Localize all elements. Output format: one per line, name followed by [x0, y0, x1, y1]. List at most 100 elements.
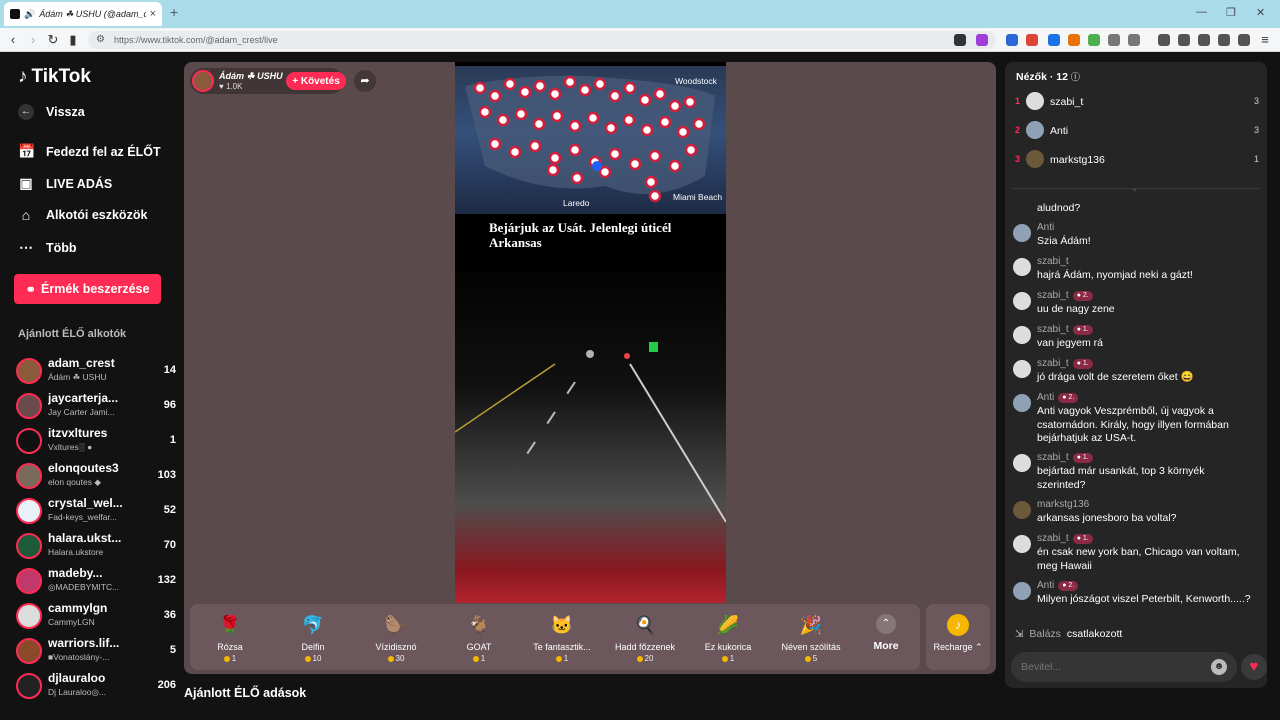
chat-username[interactable]: szabi_t ● 1.	[1037, 452, 1093, 463]
site-info-icon[interactable]: ⚙	[96, 34, 105, 45]
avatar[interactable]	[1013, 582, 1031, 600]
creator-item[interactable]: cammylgn CammyLGN 36	[16, 599, 176, 631]
live-video[interactable]: Woodstock Laredo Miami Beach Bejárjuk az…	[455, 62, 726, 603]
get-coins-label: Érmék beszerzése	[41, 282, 150, 296]
url-field[interactable]: ⚙ https://www.tiktok.com/@adam_crest/liv…	[88, 31, 996, 49]
get-coins-button[interactable]: ⚭ Érmék beszerzése	[14, 274, 161, 304]
creator-item[interactable]: djlauraloo Dj Lauraloo◎... 206	[16, 669, 176, 701]
gift-item[interactable]: 🐬 Delfin 10	[273, 610, 353, 666]
dots-icon: ⋯	[19, 239, 33, 255]
chat-username[interactable]: szabi_t ● 1.	[1037, 324, 1093, 335]
avatar	[16, 393, 42, 419]
back-icon[interactable]: ‹	[6, 32, 20, 47]
chat-username[interactable]: markstg136	[1037, 499, 1089, 510]
ai-icon[interactable]	[1218, 34, 1230, 46]
minimize-icon[interactable]: —	[1196, 6, 1207, 18]
recharge-button[interactable]: ♪ Recharge ⌃	[926, 604, 990, 670]
brave-shield-icon[interactable]	[954, 34, 966, 46]
chat-username[interactable]: Anti ● 2.	[1037, 392, 1079, 403]
avatar[interactable]	[1013, 224, 1031, 242]
nav-explore-live[interactable]: 📅 Fedezd fel az ÉLŐT	[18, 143, 161, 160]
avatar	[16, 358, 42, 384]
collapse-chevron-icon[interactable]: ⌄	[1131, 184, 1138, 193]
download-icon[interactable]	[1158, 34, 1170, 46]
info-icon[interactable]: ⓘ	[1071, 72, 1080, 82]
nav-more[interactable]: ⋯ Több	[18, 239, 77, 256]
joined-user[interactable]: Balázs	[1029, 628, 1061, 640]
nav-label: Alkotói eszközök	[46, 208, 148, 222]
top-viewer-row[interactable]: 1 szabi_t 3	[1015, 91, 1259, 113]
forward-icon[interactable]: ›	[26, 32, 40, 47]
avatar[interactable]	[1013, 501, 1031, 519]
chat-input-box[interactable]: ☻	[1011, 652, 1237, 682]
translate-extension-icon[interactable]	[1006, 34, 1018, 46]
chat-input[interactable]	[1021, 660, 1191, 674]
bookmark-icon[interactable]: ▮	[66, 32, 80, 48]
creator-item[interactable]: crystal_wel... Fad-keys_welfar... 52	[16, 494, 176, 526]
avatar[interactable]	[1013, 454, 1031, 472]
sidebar-toggle-icon[interactable]	[1178, 34, 1190, 46]
emoji-icon[interactable]: ☻	[1211, 659, 1227, 675]
gift-item[interactable]: 🦫 Vízidisznó 30	[356, 610, 436, 666]
extension-icon[interactable]	[1048, 34, 1060, 46]
avatar[interactable]	[1013, 394, 1031, 412]
follow-button[interactable]: + Követés	[286, 72, 346, 90]
recharge-label: Recharge ⌃	[933, 642, 983, 652]
tiktok-coin-icon: ♪	[947, 614, 969, 636]
nav-live-broadcast[interactable]: ▣ LIVE ADÁS	[18, 175, 112, 192]
creator-item[interactable]: itzvxltures Vxltures░ ● 1	[16, 424, 176, 456]
creator-item[interactable]: madeby... ◎MADEBYMITC... 132	[16, 564, 176, 596]
host-info[interactable]: Ádám ☘ USHU ♥ 1.0K + Követés	[190, 68, 346, 94]
gift-item[interactable]: 🌹 Rózsa 1	[190, 610, 270, 666]
chat-username[interactable]: szabi_t	[1037, 256, 1069, 267]
back-link[interactable]: ← Vissza	[18, 104, 85, 120]
gift-item[interactable]: 🐱 Te fantasztik... 1	[522, 610, 602, 666]
extension-icon[interactable]	[1068, 34, 1080, 46]
gift-item[interactable]: 🍳 Hadd főzzenek 20	[605, 610, 685, 666]
menu-icon[interactable]: ≡	[1258, 32, 1272, 47]
extension-icon[interactable]	[1088, 34, 1100, 46]
vpn-icon[interactable]	[1238, 34, 1250, 46]
avatar[interactable]	[1013, 535, 1031, 553]
gift-item[interactable]: 🐐 GOAT 1	[439, 610, 519, 666]
rewards-icon[interactable]	[976, 34, 988, 46]
more-gifts-button[interactable]: ⌃ More	[862, 608, 910, 668]
avatar[interactable]	[1013, 292, 1031, 310]
avatar[interactable]	[1013, 258, 1031, 276]
window-close-icon[interactable]: ✕	[1256, 6, 1265, 19]
top-viewer-row[interactable]: 3 markstg136 1	[1015, 149, 1259, 171]
puzzle-icon[interactable]	[1108, 34, 1120, 46]
browser-tab[interactable]: 🔊 Ádám ☘ USHU (@adam_crest ×	[4, 2, 162, 26]
chat-username[interactable]: Anti	[1037, 222, 1054, 233]
nav-creator-tools[interactable]: ⌂ Alkotói eszközök	[18, 207, 148, 223]
viewer-score: 1	[1253, 154, 1259, 164]
speaker-icon[interactable]: 🔊	[24, 9, 35, 20]
gift-item[interactable]: 🌽 Ez kukorica 1	[688, 610, 768, 666]
chat-username[interactable]: szabi_t ● 1.	[1037, 533, 1093, 544]
creator-item[interactable]: elonqoutes3 elon qoutes ◆ 103	[16, 459, 176, 491]
screenshot-icon[interactable]	[1128, 34, 1140, 46]
avatar[interactable]	[1013, 326, 1031, 344]
chat-username[interactable]: Anti ● 2.	[1037, 580, 1079, 591]
chat-username[interactable]: szabi_t ● 1.	[1037, 358, 1093, 369]
tiktok-logo[interactable]: ♪ TikTok	[18, 66, 91, 88]
creator-item[interactable]: adam_crest Ádám ☘ USHU 14	[16, 354, 176, 386]
creator-item[interactable]: jaycarterja... Jay Carter Jami... 96	[16, 389, 176, 421]
reload-icon[interactable]: ↻	[46, 32, 60, 48]
creator-item[interactable]: halara.ukst... Halara.ukstore 70	[16, 529, 176, 561]
gift-item[interactable]: 🎉 Néven szólítás 5	[771, 610, 851, 666]
heart-like-button[interactable]: ♥	[1241, 654, 1267, 680]
restore-icon[interactable]: ❐	[1226, 6, 1236, 19]
creator-item[interactable]: warriors.lif... ■Vonatoslány-... 5	[16, 634, 176, 666]
avatar[interactable]	[1013, 360, 1031, 378]
wallet-icon[interactable]	[1198, 34, 1210, 46]
host-avatar[interactable]	[192, 70, 214, 92]
tiktok-favicon-icon	[10, 9, 20, 19]
top-viewer-row[interactable]: 2 Anti 3	[1015, 120, 1259, 142]
chat-text: arkansas jonesboro ba voltal?	[1037, 512, 1177, 524]
hls-extension-icon[interactable]	[1026, 34, 1038, 46]
chat-username[interactable]: szabi_t ● 2.	[1037, 290, 1093, 301]
share-icon[interactable]: ➦	[354, 70, 376, 92]
new-tab-button[interactable]: +	[170, 4, 178, 20]
close-tab-icon[interactable]: ×	[150, 8, 156, 20]
